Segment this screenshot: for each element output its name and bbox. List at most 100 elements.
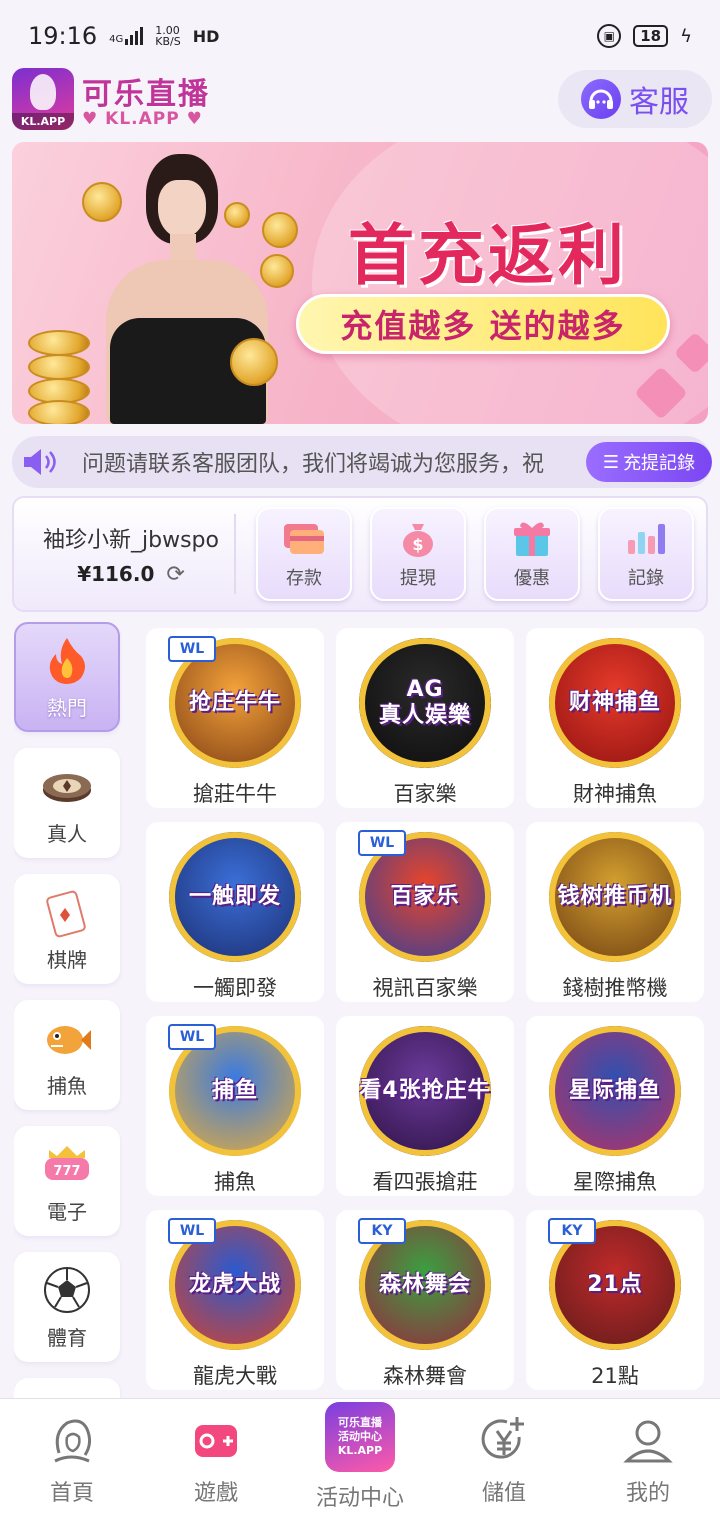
banner-title: 首充返利 — [348, 217, 628, 294]
category-sports[interactable]: 體育 — [14, 1252, 120, 1362]
game-card[interactable]: WL 百家乐 視訊百家樂 — [336, 822, 514, 1002]
game-card[interactable]: 财神捕鱼 財神捕魚 — [526, 628, 704, 808]
game-name: 一觸即發 — [193, 976, 277, 1000]
event-center-icon: 可乐直播 活动中心 KL.APP — [325, 1401, 395, 1472]
game-card[interactable]: KY 21点 21點 — [526, 1210, 704, 1390]
balance: ¥116.0 ⟳ — [77, 562, 185, 587]
balance-value: ¥116.0 — [77, 562, 155, 586]
logo-silhouette-icon — [30, 74, 56, 110]
game-art-caption: 财神捕鱼 — [568, 690, 661, 715]
deposit-button[interactable]: 存款 — [256, 507, 352, 601]
yen-plus-icon — [477, 1413, 531, 1467]
bottom-navigation: 首頁 遊戲 可乐直播 活动中心 KL.APP 活动中心 儲值 我的 — [0, 1398, 720, 1520]
game-card[interactable]: 钱树推币机錢樹推幣機 — [526, 822, 704, 1002]
promo-banner[interactable]: 首充返利 充值越多 送的越多 — [12, 142, 708, 424]
flame-icon — [49, 637, 85, 684]
game-card[interactable]: WL 捕鱼捕魚 — [146, 1016, 324, 1196]
coin-icon — [28, 400, 90, 424]
game-card[interactable]: 看4张抢庄牛 看四張搶莊 — [336, 1016, 514, 1196]
nav-home[interactable]: 首頁 — [0, 1399, 144, 1520]
game-name: 看四張搶莊 — [372, 1170, 478, 1194]
money-bag-icon: $ — [403, 524, 433, 557]
network-speed: 1.00 KB/S — [155, 24, 181, 48]
provider-badge: WL — [168, 1218, 216, 1244]
coin-icon — [230, 338, 278, 386]
game-art-caption: 看4张抢庄牛 — [359, 1078, 491, 1103]
record-label: 充提記錄 — [623, 453, 696, 474]
game-art-caption: 龙虎大战 — [188, 1272, 281, 1297]
game-name: 視訊百家樂 — [372, 976, 478, 1000]
game-name: 龍虎大戰 — [193, 1364, 277, 1388]
banner-slogan: 充值越多 送的越多 — [296, 294, 670, 354]
bar-chart-icon — [628, 524, 665, 554]
category-fishing[interactable]: 捕魚 — [14, 1000, 120, 1110]
promotions-button[interactable]: 優惠 — [484, 507, 580, 601]
game-card[interactable]: 一触即发 一觸即發 — [146, 822, 324, 1002]
customer-service-button[interactable]: 客服 — [558, 70, 712, 128]
coin-icon — [28, 354, 90, 380]
deposit-withdraw-records-button[interactable]: ☰ 充提記錄 — [586, 442, 712, 482]
game-card[interactable]: WL 龙虎大战龍虎大戰 — [146, 1210, 324, 1390]
svg-text:$: $ — [412, 535, 423, 554]
nav-event-center[interactable]: 可乐直播 活动中心 KL.APP 活动中心 — [288, 1399, 432, 1520]
user-panel: 袖珍小新_jbwspo ¥116.0 ⟳ 存款 $ 提現 優惠 記錄 — [12, 496, 708, 612]
game-art-image: 钱树推币机 — [549, 832, 681, 962]
game-name: 森林舞會 — [383, 1364, 467, 1388]
provider-badge: KY — [358, 1218, 406, 1244]
game-card[interactable]: KY 森林舞会森林舞會 — [336, 1210, 514, 1390]
game-card[interactable]: 星际捕鱼 星際捕魚 — [526, 1016, 704, 1196]
soccer-ball-icon — [44, 1266, 90, 1313]
game-name: 百家樂 — [393, 782, 457, 806]
game-name: 捕魚 — [214, 1170, 256, 1194]
game-card[interactable]: WL 抢庄牛牛 搶莊牛牛 — [146, 628, 324, 808]
fish-icon — [47, 1025, 91, 1054]
category-hot[interactable]: 熱門 — [14, 622, 120, 732]
game-art-image: 财神捕鱼 — [549, 638, 681, 768]
category-electronic[interactable]: 777 電子 — [14, 1126, 120, 1236]
announcement-text: 问题请联系客服团队，我们将竭诚为您服务，祝 — [82, 452, 545, 477]
user-info: 袖珍小新_jbwspo ¥116.0 ⟳ — [14, 514, 236, 594]
category-live[interactable]: 真人 — [14, 748, 120, 858]
game-art-caption: 钱树推币机 — [557, 884, 673, 909]
svg-text:777: 777 — [53, 1164, 80, 1179]
game-name: 星際捕魚 — [573, 1170, 657, 1194]
game-art-image: AG 真人娱樂 — [359, 638, 491, 768]
refresh-icon[interactable]: ⟳ — [166, 562, 184, 587]
logo-tag: KL.APP — [12, 113, 74, 130]
poker-chip-icon — [43, 773, 91, 802]
game-grid: WL 抢庄牛牛 搶莊牛牛 AG 真人娱樂 百家樂 财神捕鱼 財神捕魚 一触即发 一觸即發 WL 百家… — [146, 628, 706, 1390]
records-button[interactable]: 記錄 — [598, 507, 694, 601]
nav-profile[interactable]: 我的 — [576, 1399, 720, 1520]
category-cards[interactable]: 棋牌 — [14, 874, 120, 984]
provider-badge: WL — [168, 1024, 216, 1050]
category-sidebar: 熱門 真人 棋牌 捕魚 777 電子 體育 — [14, 622, 122, 1398]
category-more[interactable] — [14, 1378, 120, 1398]
game-art-image: 星际捕鱼 — [549, 1026, 681, 1156]
signal-icon: 4G — [109, 27, 144, 45]
game-name: 錢樹推幣機 — [562, 976, 668, 1000]
card-icon — [284, 524, 324, 554]
headset-icon — [581, 79, 621, 119]
game-art-caption: 森林舞会 — [378, 1272, 471, 1297]
game-art-caption: 捕鱼 — [211, 1078, 258, 1103]
withdraw-button[interactable]: $ 提現 — [370, 507, 466, 601]
game-art-caption: 一触即发 — [188, 884, 281, 909]
nav-deposit[interactable]: 儲值 — [432, 1399, 576, 1520]
game-name: 21點 — [591, 1364, 639, 1388]
game-art-caption: 星际捕鱼 — [568, 1078, 661, 1103]
game-art-caption: 21点 — [587, 1272, 643, 1297]
game-name: 財神捕魚 — [573, 782, 657, 806]
lady-face-icon — [45, 1413, 99, 1467]
announcement-marquee: 问题请联系客服团队，我们将竭诚为您服务，祝 ☰ 充提記錄 — [12, 436, 712, 488]
provider-badge: KY — [548, 1218, 596, 1244]
quick-actions: 存款 $ 提現 優惠 記錄 — [256, 507, 694, 601]
provider-badge: WL — [358, 830, 406, 856]
gift-icon — [514, 522, 550, 556]
game-art-image: 一触即发 — [169, 832, 301, 962]
speaker-icon — [22, 447, 58, 477]
game-card[interactable]: AG 真人娱樂百家樂 — [336, 628, 514, 808]
status-time: 19:16 — [28, 22, 98, 50]
game-art-caption: 抢庄牛牛 — [188, 690, 281, 715]
nav-games[interactable]: 遊戲 — [144, 1399, 288, 1520]
lock-rotation-icon: ▣ — [597, 24, 622, 48]
